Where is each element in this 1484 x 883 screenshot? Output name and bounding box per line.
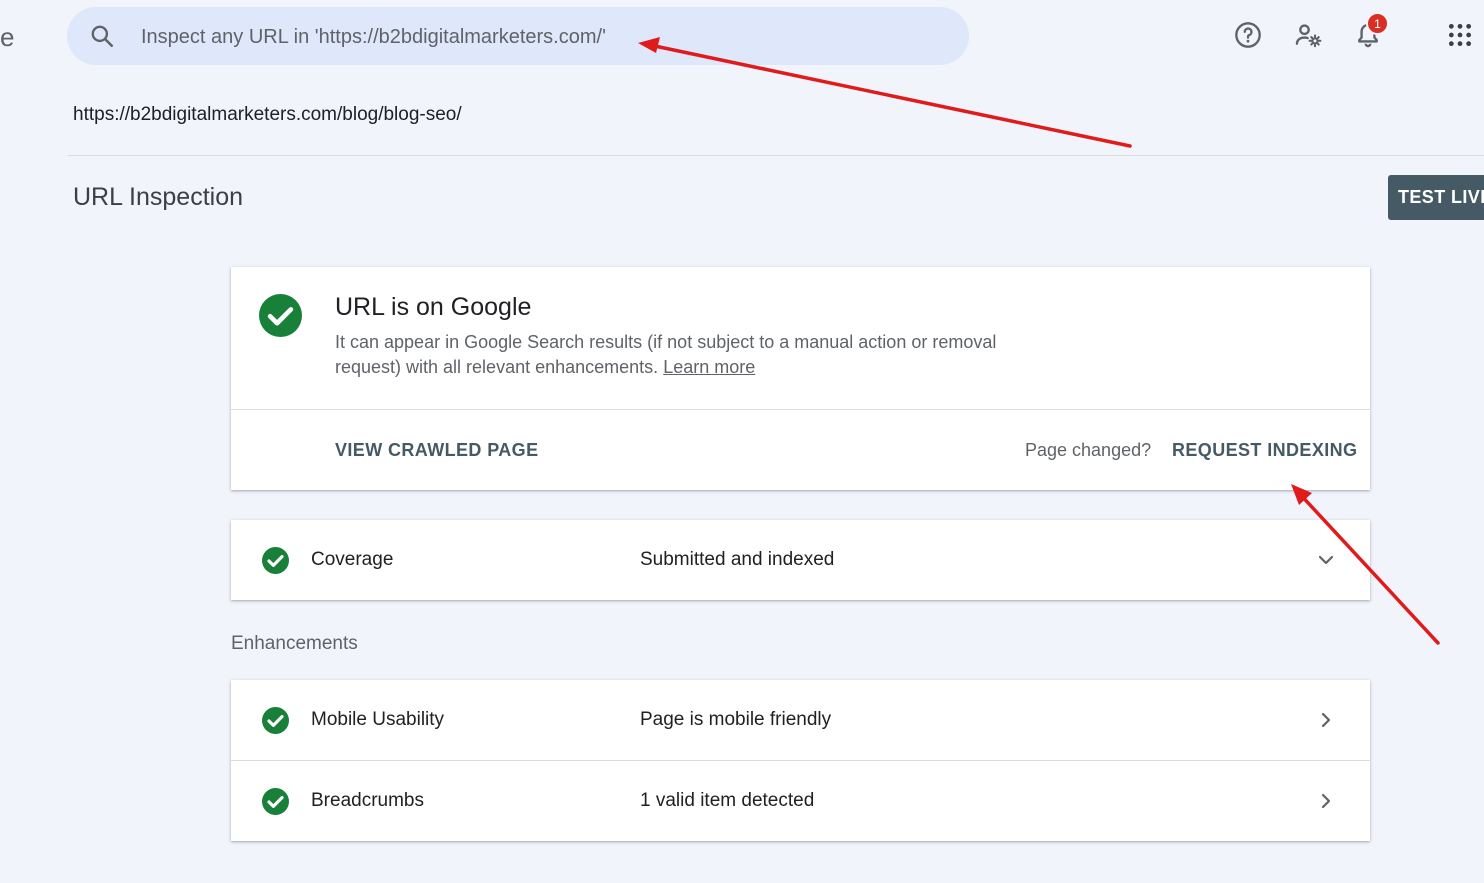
check-circle-icon (259, 294, 302, 337)
index-status-description: It can appear in Google Search results (… (335, 330, 1055, 380)
manage-accounts-icon[interactable] (1291, 18, 1325, 52)
coverage-card: Coverage Submitted and indexed (231, 520, 1370, 600)
chevron-down-icon[interactable] (1314, 548, 1338, 572)
check-circle-icon (262, 707, 289, 734)
notification-count-badge: 1 (1366, 12, 1389, 35)
chevron-right-icon[interactable] (1314, 708, 1338, 732)
coverage-label: Coverage (311, 549, 394, 570)
help-circle-icon[interactable] (1231, 18, 1265, 52)
request-indexing-button[interactable]: REQUEST INDEXING (1172, 440, 1357, 461)
enhancement-row-breadcrumbs[interactable]: Breadcrumbs 1 valid item detected (231, 761, 1370, 841)
url-inspection-search-bar[interactable] (67, 7, 969, 65)
check-circle-icon (262, 788, 289, 815)
truncated-title-text: e (0, 22, 15, 52)
enhancement-row-mobile-usability[interactable]: Mobile Usability Page is mobile friendly (231, 680, 1370, 760)
url-inspection-input[interactable] (139, 19, 943, 55)
enhancements-heading: Enhancements (231, 633, 358, 654)
view-crawled-page-button[interactable]: VIEW CRAWLED PAGE (335, 440, 538, 461)
coverage-row[interactable]: Coverage Submitted and indexed (231, 520, 1370, 600)
inspected-url: https://b2bdigitalmarketers.com/blog/blo… (73, 104, 462, 125)
learn-more-link[interactable]: Learn more (663, 357, 755, 377)
search-icon[interactable] (89, 23, 115, 49)
chevron-right-icon[interactable] (1314, 789, 1338, 813)
apps-grid-icon[interactable] (1443, 18, 1477, 52)
enhancement-value: 1 valid item detected (640, 790, 815, 811)
header-divider (68, 155, 1484, 156)
enhancement-value: Page is mobile friendly (640, 709, 832, 730)
enhancements-card: Mobile Usability Page is mobile friendly… (231, 680, 1370, 841)
enhancement-label: Breadcrumbs (311, 790, 424, 811)
coverage-value: Submitted and indexed (640, 549, 835, 570)
page-changed-label: Page changed? (1025, 440, 1152, 460)
card-divider (231, 409, 1370, 410)
index-status-title: URL is on Google (335, 293, 532, 321)
test-live-url-button[interactable]: TEST LIVE (1388, 175, 1484, 220)
page-title: URL Inspection (73, 183, 243, 211)
bell-icon[interactable]: 1 (1351, 12, 1389, 52)
index-status-card: URL is on Google It can appear in Google… (231, 267, 1370, 490)
enhancement-label: Mobile Usability (311, 709, 445, 730)
check-circle-icon (262, 547, 289, 574)
